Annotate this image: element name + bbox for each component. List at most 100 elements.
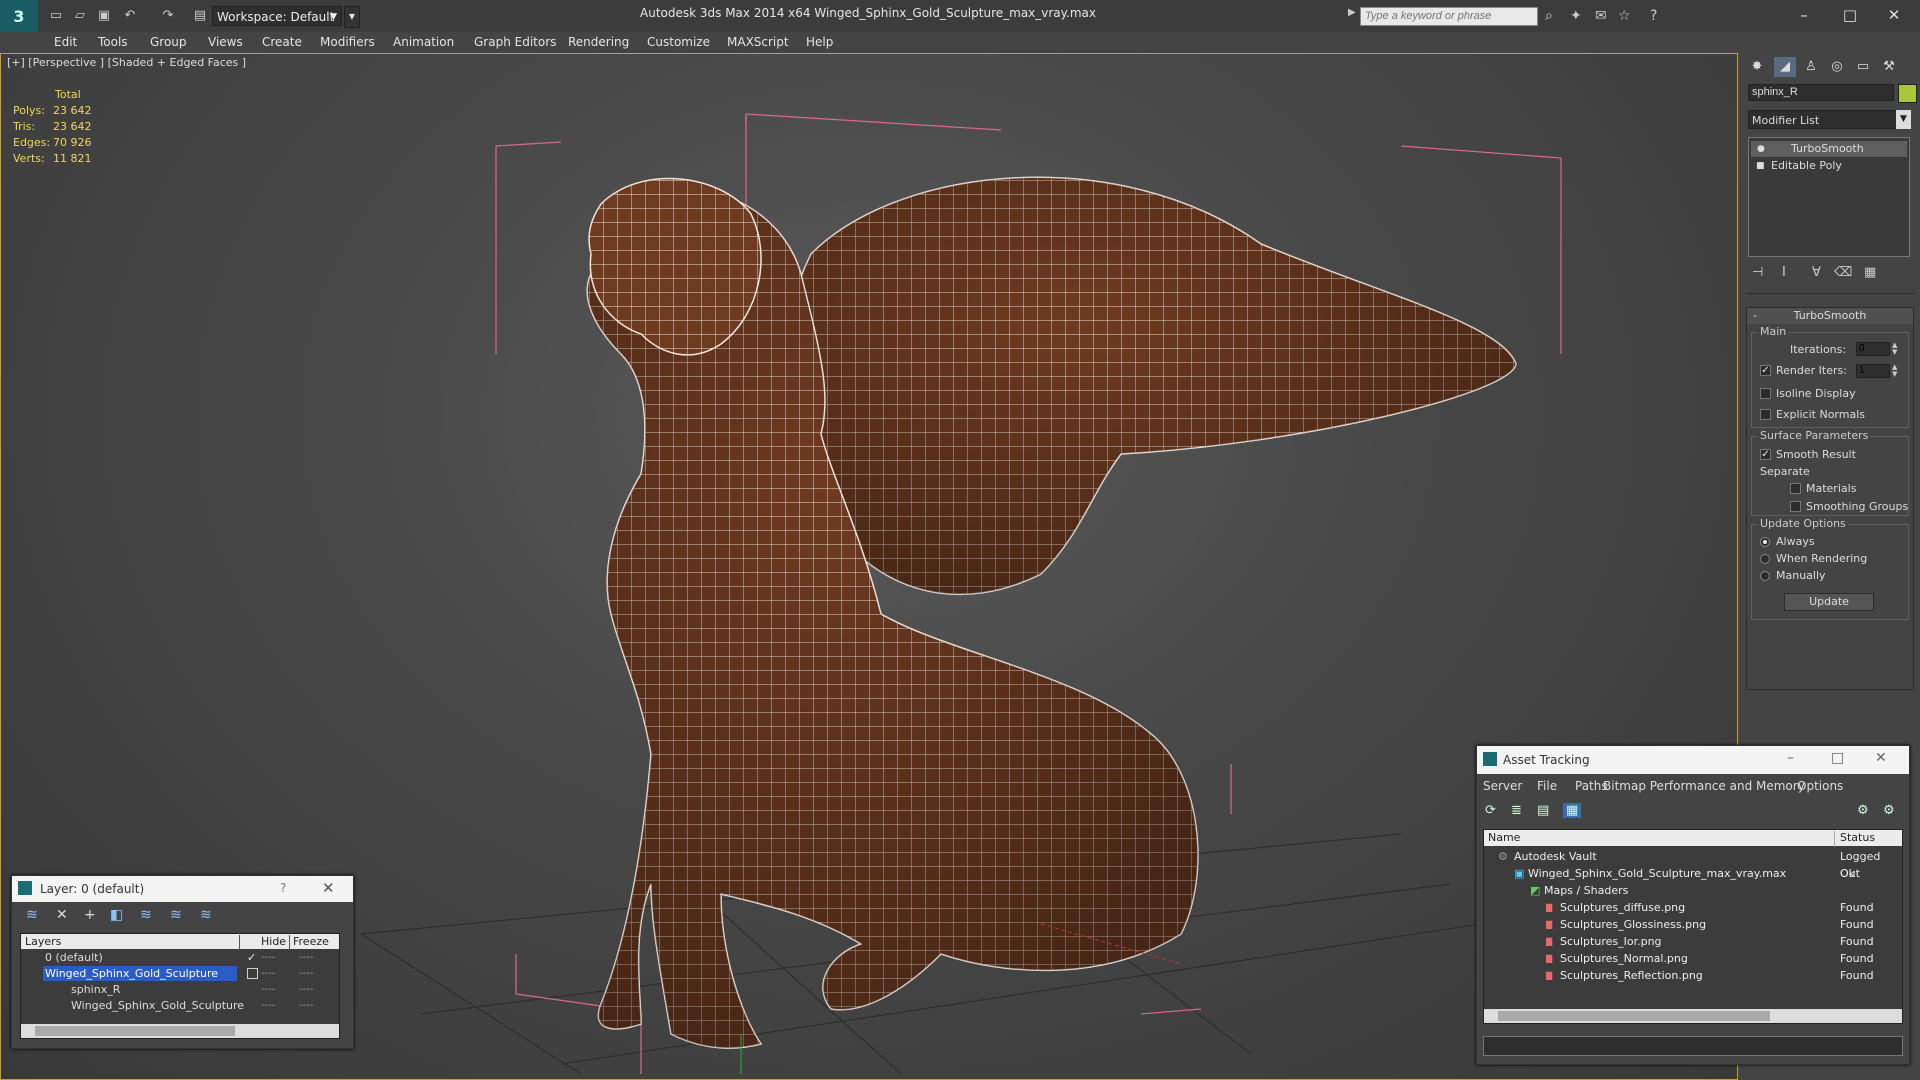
smoothing-groups-checkbox[interactable] <box>1790 501 1801 512</box>
hide-toggle[interactable]: ---- <box>261 950 275 965</box>
communication-icon[interactable]: ✉ <box>1595 8 1607 24</box>
modify-tab-icon[interactable]: ◢ <box>1774 57 1796 77</box>
modifier-list-dropdown[interactable]: Modifier List <box>1748 110 1910 129</box>
menu-modifiers[interactable]: Modifiers <box>320 35 375 49</box>
materials-checkbox[interactable] <box>1790 483 1801 494</box>
expand-icon[interactable]: ■ <box>1756 158 1765 174</box>
collapse-icon[interactable]: - <box>1753 308 1757 324</box>
column-freeze[interactable]: Freeze <box>293 935 329 948</box>
column-hide[interactable]: Hide <box>261 935 286 948</box>
update-button[interactable]: Update <box>1784 593 1874 611</box>
stack-item-editable-poly[interactable]: ■ Editable Poly <box>1751 158 1907 174</box>
scrollbar-thumb[interactable] <box>1498 1011 1770 1021</box>
menu-group[interactable]: Group <box>150 35 187 49</box>
thumbnail-view-icon[interactable]: ▤ <box>1537 803 1549 818</box>
make-unique-icon[interactable]: ∀ <box>1812 265 1821 280</box>
list-view-icon[interactable]: ≣ <box>1511 803 1522 818</box>
isoline-display-checkbox[interactable] <box>1760 388 1771 399</box>
close-icon[interactable]: ✕ <box>1875 750 1887 766</box>
column-status[interactable]: Status <box>1840 831 1875 844</box>
maximize-button[interactable]: □ <box>1832 4 1868 26</box>
menu-views[interactable]: Views <box>208 35 243 49</box>
spinner-arrows-icon[interactable]: ▲ ▼ <box>1892 364 1900 378</box>
highlight-layer-icon[interactable]: ≋ <box>140 907 152 923</box>
hide-toggle[interactable]: ---- <box>261 982 275 997</box>
layer-window-titlebar[interactable]: Layer: 0 (default) ? ✕ <box>12 876 353 902</box>
stack-item-turbosmooth[interactable]: ● TurboSmooth <box>1751 141 1907 157</box>
utilities-tab-icon[interactable]: ⚒ <box>1878 57 1900 77</box>
select-objects-icon[interactable]: ◧ <box>110 907 123 923</box>
spinner-arrows-icon[interactable]: ▲ ▼ <box>1892 342 1900 356</box>
menu-server[interactable]: Server <box>1483 779 1522 793</box>
layer-row[interactable]: Winged_Sphinx_Gold_Sculpture ---- ---- <box>21 966 339 981</box>
pin-stack-icon[interactable]: ⊣ <box>1752 265 1763 280</box>
menu-rendering[interactable]: Rendering <box>568 35 629 49</box>
asset-row[interactable]: ▣ Winged_Sphinx_Gold_Sculpture_max_vray.… <box>1484 865 1902 882</box>
rollout-title[interactable]: - TurboSmooth <box>1747 308 1913 324</box>
minimize-icon[interactable]: – <box>1787 750 1794 766</box>
explicit-normals-checkbox[interactable] <box>1760 409 1771 420</box>
create-layer-icon[interactable]: ≋ <box>26 907 38 923</box>
display-tab-icon[interactable]: ▭ <box>1852 57 1874 77</box>
freeze-all-icon[interactable]: ≋ <box>200 907 212 923</box>
freeze-toggle[interactable]: ---- <box>299 982 313 997</box>
create-tab-icon[interactable]: ✸ <box>1746 57 1768 77</box>
freeze-toggle[interactable]: ---- <box>299 966 313 981</box>
menu-create[interactable]: Create <box>262 35 302 49</box>
asset-window-titlebar[interactable]: Asset Tracking – □ ✕ <box>1477 746 1909 774</box>
iterations-spinner[interactable] <box>1856 342 1890 356</box>
search-input[interactable] <box>1360 7 1538 26</box>
manually-radio[interactable] <box>1760 571 1770 581</box>
render-iters-checkbox[interactable]: ✓ <box>1760 365 1771 376</box>
menu-graph-editors[interactable]: Graph Editors <box>474 35 556 49</box>
table-view-icon[interactable]: ▦ <box>1563 803 1582 818</box>
lightbulb-icon[interactable]: ● <box>1757 141 1765 157</box>
binoculars-icon[interactable]: ⌕ <box>1545 8 1553 24</box>
menu-animation[interactable]: Animation <box>393 35 454 49</box>
help-button[interactable]: ? <box>280 881 286 895</box>
show-end-result-icon[interactable]: Ⅰ <box>1782 265 1786 280</box>
menu-file[interactable]: File <box>1537 779 1557 793</box>
layer-row[interactable]: sphinx_R ---- ---- <box>21 982 339 997</box>
app-logo-icon[interactable]: 3 <box>0 0 38 32</box>
asset-path-field[interactable] <box>1483 1036 1903 1056</box>
column-name[interactable]: Name <box>1488 831 1520 844</box>
object-color-swatch[interactable] <box>1898 84 1917 103</box>
asset-row[interactable]: ⚙ Autodesk Vault Logged Out <box>1484 848 1902 880</box>
freeze-toggle[interactable]: ---- <box>299 998 313 1013</box>
menu-help[interactable]: Help <box>806 35 833 49</box>
object-name-field[interactable] <box>1748 84 1894 101</box>
always-radio[interactable] <box>1760 537 1770 547</box>
menu-maxscript[interactable]: MAXScript <box>727 35 789 49</box>
favorites-star-icon[interactable]: ☆ <box>1618 8 1631 24</box>
asset-row[interactable]: ▇ Sculptures_Reflection.png Found <box>1484 967 1902 984</box>
hide-toggle[interactable]: ---- <box>261 998 275 1013</box>
render-iters-spinner[interactable] <box>1856 364 1890 378</box>
when-rendering-radio[interactable] <box>1760 554 1770 564</box>
set-current-layer-icon[interactable] <box>247 968 258 979</box>
undo-icon[interactable]: ↶ <box>122 8 138 24</box>
asset-row[interactable]: ▇ Sculptures_Normal.png Found <box>1484 950 1902 967</box>
vault-help-icon[interactable]: ⚙ <box>1857 803 1869 818</box>
asset-row[interactable]: ▇ Sculptures_diffuse.png Found <box>1484 899 1902 916</box>
smooth-result-checkbox[interactable]: ✓ <box>1760 449 1771 460</box>
asset-row[interactable]: ▇ Sculptures_Ior.png Found <box>1484 933 1902 950</box>
hide-toggle[interactable]: ---- <box>261 966 275 981</box>
delete-layer-icon[interactable]: ✕ <box>56 907 68 923</box>
motion-tab-icon[interactable]: ◎ <box>1826 57 1848 77</box>
asset-row[interactable]: ◩ Maps / Shaders <box>1484 882 1902 899</box>
menu-tools[interactable]: Tools <box>98 35 128 49</box>
asset-row[interactable]: ▇ Sculptures_Glossiness.png Found <box>1484 916 1902 933</box>
help-icon[interactable]: ? <box>1650 8 1657 24</box>
menu-bitmap-performance[interactable]: Bitmap Performance and Memory <box>1603 779 1805 793</box>
freeze-toggle[interactable]: ---- <box>299 950 313 965</box>
minimize-button[interactable]: – <box>1786 4 1822 26</box>
redo-icon[interactable]: ↷ <box>160 8 176 24</box>
remove-modifier-icon[interactable]: ⌫ <box>1834 265 1852 280</box>
close-icon[interactable]: ✕ <box>322 879 335 897</box>
refresh-icon[interactable]: ⟳ <box>1485 803 1496 818</box>
close-button[interactable]: ✕ <box>1876 4 1912 26</box>
column-layers[interactable]: Layers <box>25 935 61 948</box>
maximize-icon[interactable]: □ <box>1831 750 1844 766</box>
menu-customize[interactable]: Customize <box>647 35 710 49</box>
